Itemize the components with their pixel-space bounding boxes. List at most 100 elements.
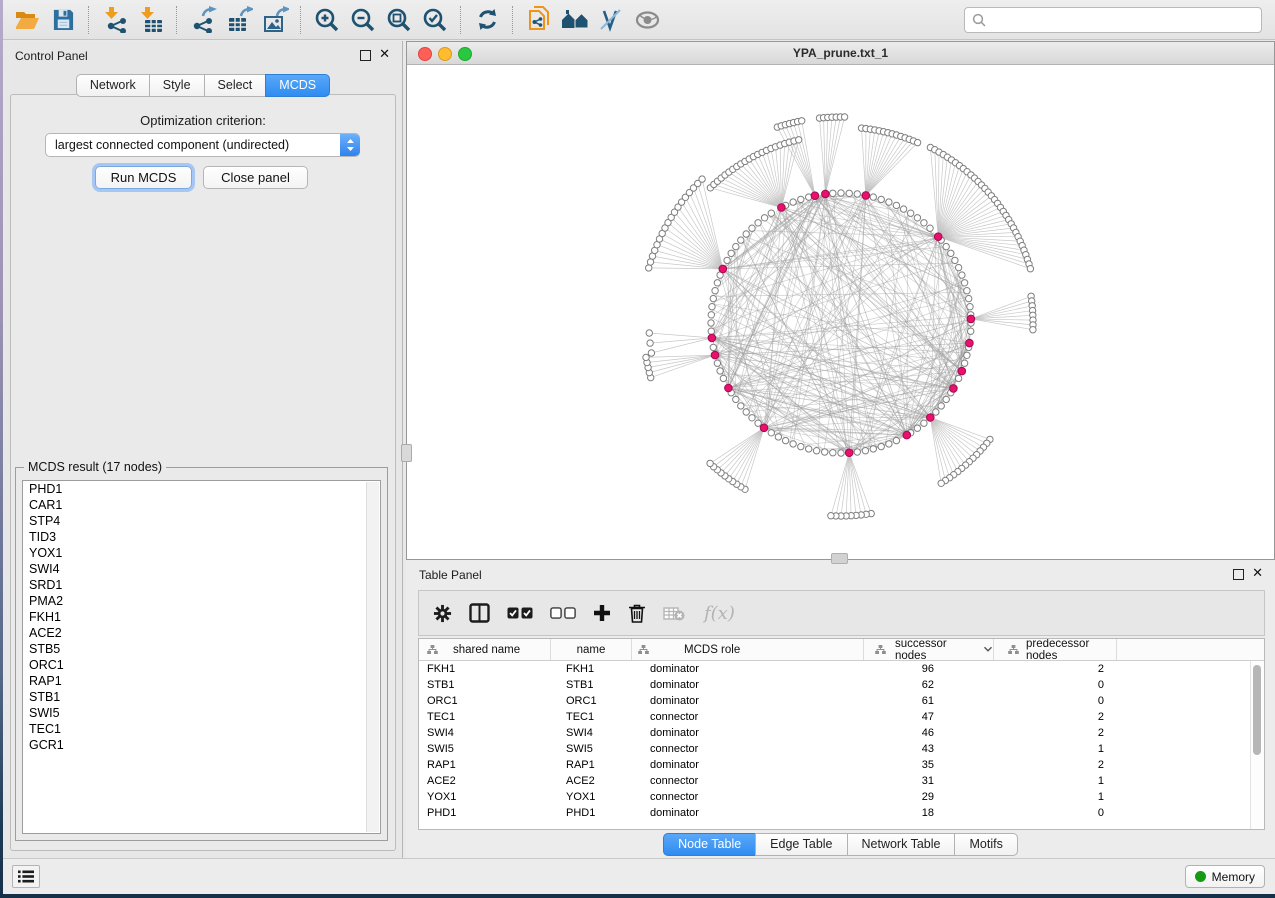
table-row[interactable]: YOX1YOX1connector291 — [419, 789, 1264, 805]
tab-motifs[interactable]: Motifs — [954, 833, 1017, 856]
vertical-splitter-handle[interactable] — [401, 444, 412, 462]
list-item[interactable]: SWI4 — [23, 561, 380, 577]
create-column-button[interactable] — [593, 604, 611, 622]
refresh-button[interactable] — [469, 3, 505, 37]
table-scrollbar[interactable] — [1250, 661, 1264, 829]
export-image-button[interactable] — [257, 3, 293, 37]
list-item[interactable]: CAR1 — [23, 497, 380, 513]
deselect-all-button[interactable] — [550, 607, 576, 619]
table-settings-button[interactable] — [433, 604, 452, 623]
criterion-select[interactable]: largest connected component (undirected) — [45, 133, 360, 157]
table-row[interactable]: ORC1ORC1dominator610 — [419, 693, 1264, 709]
main-toolbar — [3, 0, 1275, 40]
list-item[interactable]: TEC1 — [23, 721, 380, 737]
close-panel-button[interactable]: Close panel — [203, 166, 308, 189]
float-panel-icon[interactable] — [360, 50, 371, 61]
status-bar: Memory — [3, 858, 1275, 894]
import-table-button[interactable] — [133, 3, 169, 37]
columns-icon — [469, 603, 490, 623]
list-item[interactable]: FKH1 — [23, 609, 380, 625]
list-item[interactable]: STB1 — [23, 689, 380, 705]
cell: ACE2 — [419, 775, 551, 787]
list-item[interactable]: ACE2 — [23, 625, 380, 641]
table-row[interactable]: ACE2ACE2connector311 — [419, 773, 1264, 789]
list-item[interactable]: SRD1 — [23, 577, 380, 593]
horizontal-splitter-handle[interactable] — [831, 553, 848, 564]
run-mcds-button[interactable]: Run MCDS — [95, 166, 192, 189]
cell: ORC1 — [551, 695, 632, 707]
delete-column-button[interactable] — [628, 603, 646, 623]
table-row[interactable]: SWI4SWI4dominator462 — [419, 725, 1264, 741]
list-item[interactable]: ORC1 — [23, 657, 380, 673]
delete-table-icon — [663, 606, 685, 621]
tab-style[interactable]: Style — [149, 74, 205, 97]
column-header-shared-name[interactable]: shared name — [419, 639, 551, 660]
table-scrollbar-thumb[interactable] — [1253, 665, 1261, 755]
memory-button[interactable]: Memory — [1185, 865, 1265, 888]
column-header-predecessor-nodes[interactable]: predecessor nodes — [994, 639, 1117, 660]
optimization-criterion-label: Optimization criterion: — [11, 113, 395, 128]
column-header-MCDS-role[interactable]: MCDS role — [632, 639, 864, 660]
tab-node-table[interactable]: Node Table — [663, 833, 756, 856]
mcds-tab-content: Optimization criterion: largest connecte… — [10, 94, 396, 851]
column-header-name[interactable]: name — [551, 639, 632, 660]
table-row[interactable]: PHD1PHD1dominator180 — [419, 805, 1264, 821]
tab-select[interactable]: Select — [204, 74, 267, 97]
zoom-fit-button[interactable] — [381, 3, 417, 37]
close-panel-icon[interactable]: ✕ — [1252, 566, 1263, 580]
table-row[interactable]: TEC1TEC1connector472 — [419, 709, 1264, 725]
column-type-icon — [638, 645, 649, 655]
tab-network-table[interactable]: Network Table — [847, 833, 956, 856]
select-all-button[interactable] — [507, 607, 533, 619]
table-row[interactable]: SWI5SWI5connector431 — [419, 741, 1264, 757]
tab-network[interactable]: Network — [76, 74, 150, 97]
zoom-in-button[interactable] — [309, 3, 345, 37]
mcds-result-group: MCDS result (17 nodes) PHD1CAR1STP4TID3Y… — [15, 467, 388, 841]
float-panel-icon[interactable] — [1233, 569, 1244, 580]
list-item[interactable]: TID3 — [23, 529, 380, 545]
list-item[interactable]: PMA2 — [23, 593, 380, 609]
zoom-out-button[interactable] — [345, 3, 381, 37]
close-panel-icon[interactable]: ✕ — [379, 47, 390, 61]
vizmapper-icon — [598, 8, 624, 32]
home-icon — [561, 8, 589, 32]
delete-table-button[interactable] — [663, 606, 685, 621]
mcds-result-list[interactable]: PHD1CAR1STP4TID3YOX1SWI4SRD1PMA2FKH1ACE2… — [22, 480, 381, 834]
export-table-button[interactable] — [221, 3, 257, 37]
list-item[interactable]: SWI5 — [23, 705, 380, 721]
panel-menu-button[interactable] — [12, 865, 40, 888]
search-field[interactable] — [964, 7, 1262, 33]
tab-mcds[interactable]: MCDS — [265, 74, 330, 97]
hide-panels-button[interactable] — [629, 3, 665, 37]
search-input[interactable] — [991, 10, 1261, 30]
zoom-selected-button[interactable] — [417, 3, 453, 37]
table-row[interactable]: RAP1RAP1dominator352 — [419, 757, 1264, 773]
column-header-successor-nodes[interactable]: successor nodes — [864, 639, 994, 660]
network-canvas[interactable] — [407, 65, 1274, 559]
export-network-button[interactable] — [185, 3, 221, 37]
table-row[interactable]: STB1STB1dominator620 — [419, 677, 1264, 693]
share-document-button[interactable] — [521, 3, 557, 37]
list-item[interactable]: RAP1 — [23, 673, 380, 689]
show-columns-button[interactable] — [469, 603, 490, 623]
apply-function-button[interactable]: f(x) — [704, 603, 735, 624]
table-panel: Table Panel ✕ — [406, 560, 1275, 858]
table-row[interactable]: FKH1FKH1dominator962 — [419, 661, 1264, 677]
list-item[interactable]: STB5 — [23, 641, 380, 657]
list-item[interactable]: YOX1 — [23, 545, 380, 561]
select-stepper-icon — [340, 134, 360, 156]
list-item[interactable]: PHD1 — [23, 481, 380, 497]
cell: 96 — [864, 663, 994, 675]
tab-edge-table[interactable]: Edge Table — [755, 833, 847, 856]
list-item[interactable]: STP4 — [23, 513, 380, 529]
cell: dominator — [632, 663, 864, 675]
list-item[interactable]: GCR1 — [23, 737, 380, 753]
list-scrollbar[interactable] — [366, 482, 379, 832]
cell: PHD1 — [419, 807, 551, 819]
welcome-screen-button[interactable] — [557, 3, 593, 37]
table-toolbar: f(x) — [418, 590, 1265, 636]
save-session-button[interactable] — [45, 3, 81, 37]
vizmapper-button[interactable] — [593, 3, 629, 37]
import-network-button[interactable] — [97, 3, 133, 37]
open-file-button[interactable] — [9, 3, 45, 37]
